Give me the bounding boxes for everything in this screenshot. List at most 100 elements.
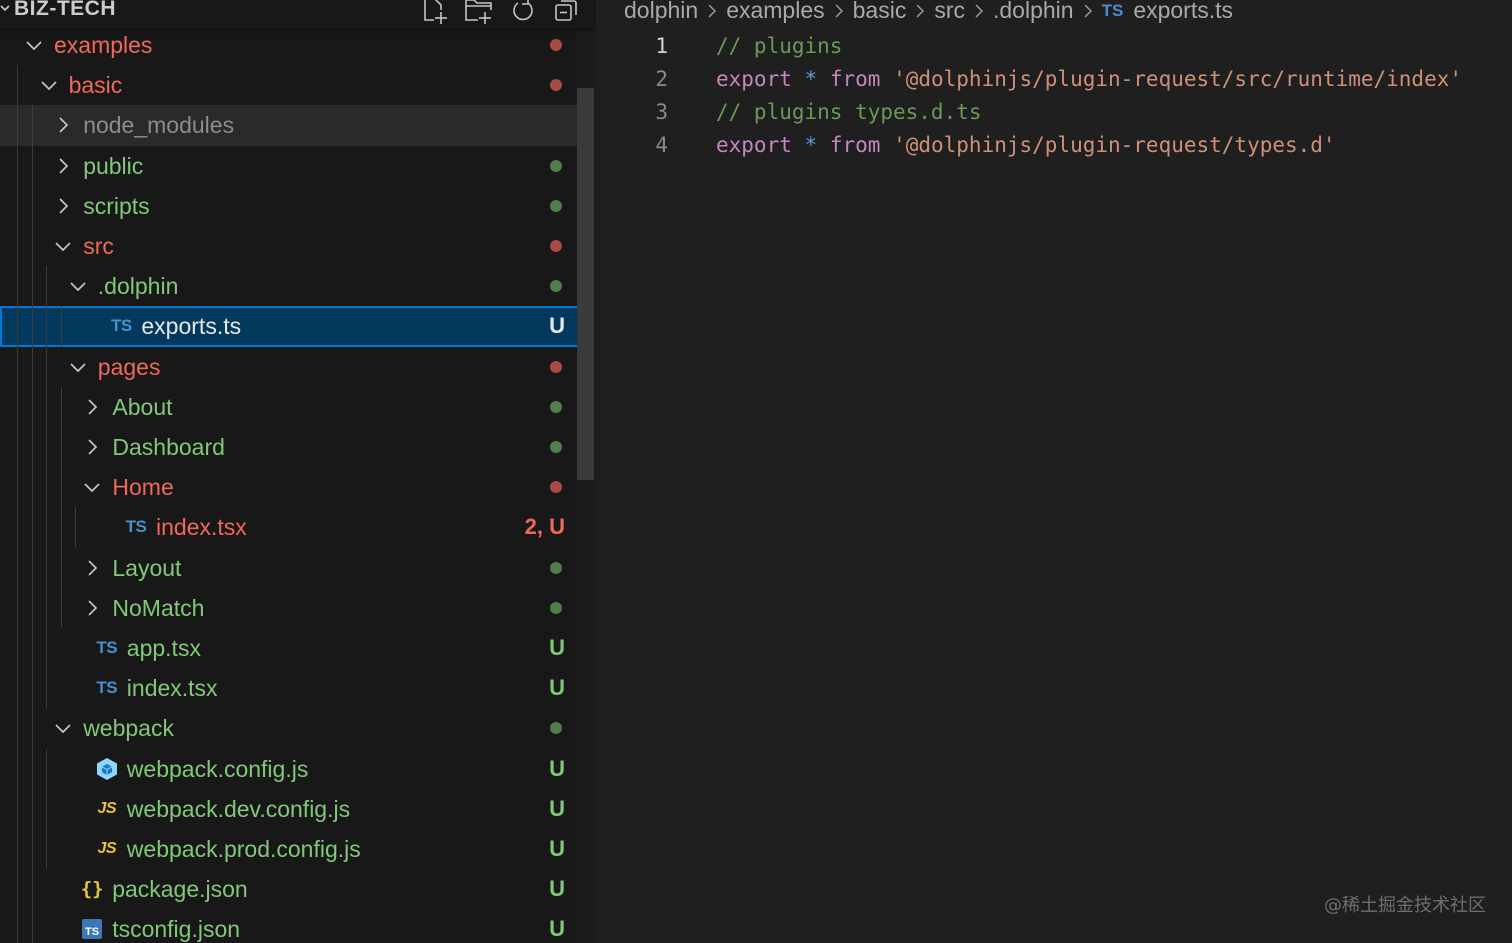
folder-row[interactable]: webpack — [0, 708, 577, 749]
indent-guide — [31, 668, 33, 709]
file-row[interactable]: TS app.tsx U — [0, 628, 577, 669]
folder-label: public — [83, 152, 144, 179]
file-row[interactable]: TS exports.ts U — [0, 306, 594, 347]
file-row[interactable]: JS webpack.prod.config.js U — [0, 829, 577, 870]
scrollbar-thumb[interactable] — [577, 88, 594, 480]
folder-row[interactable]: pages — [0, 346, 577, 387]
folder-label: examples — [54, 32, 153, 58]
breadcrumb-item[interactable]: basic — [853, 0, 907, 24]
indent-guide — [60, 467, 62, 508]
git-status-dot — [550, 561, 562, 574]
tsconfig-icon: TS — [79, 917, 105, 941]
indent-guide — [75, 507, 77, 548]
folder-row[interactable]: scripts — [0, 185, 577, 226]
chevron-down-icon[interactable] — [82, 477, 102, 497]
file-row[interactable]: {} package.json U — [0, 869, 577, 910]
file-label: exports.ts — [141, 313, 242, 340]
code-line[interactable]: 2 export * from '@dolphinjs/plugin-reques… — [596, 63, 1512, 96]
indent-guide — [46, 386, 48, 427]
folder-row[interactable]: node_modules — [0, 105, 577, 146]
file-label: webpack.dev.config.js — [126, 795, 351, 822]
file-row[interactable]: webpack.config.js U — [0, 748, 577, 789]
breadcrumb-file[interactable]: exports.ts — [1133, 0, 1233, 24]
git-status-dot — [550, 79, 562, 92]
git-status-badge: U — [549, 876, 565, 902]
collapse-all-icon[interactable] — [552, 0, 582, 24]
chevron-right-icon[interactable] — [82, 558, 102, 578]
chevron-down-icon[interactable] — [53, 236, 73, 256]
file-label: webpack.config.js — [126, 755, 309, 782]
folder-row[interactable]: src — [0, 226, 577, 267]
git-status-badge: U — [549, 635, 565, 660]
chevron-down-icon[interactable] — [24, 35, 44, 55]
indent-guide — [17, 386, 18, 427]
indent-guide — [31, 266, 33, 307]
code-token-keyword: export — [716, 67, 792, 91]
workspace-title[interactable]: BIZ-TECH — [14, 0, 116, 21]
folder-row[interactable]: Dashboard — [0, 427, 577, 468]
chevron-down-icon[interactable] — [53, 718, 73, 738]
chevron-down-icon[interactable] — [0, 0, 12, 24]
folder-row[interactable]: Layout — [0, 547, 577, 588]
chevron-right-icon[interactable] — [82, 598, 102, 618]
file-row[interactable]: TS index.tsx U — [0, 668, 577, 709]
indent-guide — [17, 869, 18, 910]
code-line[interactable]: 4 export * from '@dolphinjs/plugin-reques… — [596, 129, 1512, 162]
folder-row[interactable]: About — [0, 386, 577, 427]
folder-label: NoMatch — [112, 594, 205, 621]
folder-row[interactable]: NoMatch — [0, 587, 577, 628]
javascript-icon: JS — [97, 799, 117, 817]
indent-guide — [31, 306, 33, 347]
chevron-down-icon[interactable] — [39, 75, 59, 95]
chevron-right-icon[interactable] — [53, 196, 73, 216]
breadcrumb-item[interactable]: examples — [726, 0, 824, 24]
chevron-right-icon[interactable] — [82, 397, 102, 417]
explorer-panel: BIZ-TECH examples basic node_modules pub… — [0, 0, 596, 943]
folder-row[interactable]: basic — [0, 65, 577, 106]
indent-guide — [46, 628, 48, 669]
folder-row[interactable]: Home — [0, 467, 577, 508]
chevron-right-icon[interactable] — [53, 115, 73, 135]
indent-guide — [46, 467, 48, 508]
file-row[interactable]: JS webpack.dev.config.js U — [0, 788, 577, 829]
indent-guide — [46, 427, 48, 468]
indent-guide — [60, 306, 62, 347]
file-label: index.tsx — [156, 514, 247, 541]
typescript-icon: TS — [125, 517, 147, 537]
chevron-down-icon[interactable] — [68, 357, 88, 377]
chevron-right-icon[interactable] — [53, 156, 73, 176]
folder-row[interactable]: public — [0, 145, 577, 186]
git-status-dot — [550, 159, 562, 172]
breadcrumb-item[interactable]: dolphin — [624, 0, 698, 24]
new-folder-icon[interactable] — [464, 0, 494, 24]
indent-guide — [17, 587, 18, 628]
indent-guide — [60, 386, 62, 427]
chevron-right-icon — [909, 0, 931, 22]
new-file-icon[interactable] — [420, 0, 450, 24]
watermark: @稀土掘金技术社区 — [1324, 895, 1486, 916]
indent-guide — [31, 829, 33, 870]
indent-guide — [60, 587, 62, 628]
chevron-down-icon[interactable] — [68, 276, 88, 296]
refresh-icon[interactable] — [508, 0, 538, 24]
folder-row[interactable]: .dolphin — [0, 266, 577, 307]
file-row[interactable]: TS index.tsx 2, U — [0, 507, 577, 548]
code-line[interactable]: 1 // plugins — [596, 30, 1512, 63]
indent-guide — [46, 306, 48, 347]
folder-row[interactable]: examples — [0, 25, 577, 65]
code-line[interactable]: 3 // plugins types.d.ts — [596, 96, 1512, 129]
editor-panel: dolphin examples basic src .dolphin TS exports… — [596, 0, 1512, 943]
indent-guide — [31, 346, 33, 387]
folder-label: pages — [97, 353, 161, 380]
chevron-right-icon[interactable] — [82, 437, 102, 457]
git-status-dot — [550, 722, 562, 735]
code-text: // plugins types.d.ts — [716, 96, 982, 129]
file-row[interactable]: TS tsconfig.json U — [0, 909, 577, 943]
breadcrumb-item[interactable]: .dolphin — [993, 0, 1074, 24]
breadcrumb-item[interactable]: src — [934, 0, 965, 24]
